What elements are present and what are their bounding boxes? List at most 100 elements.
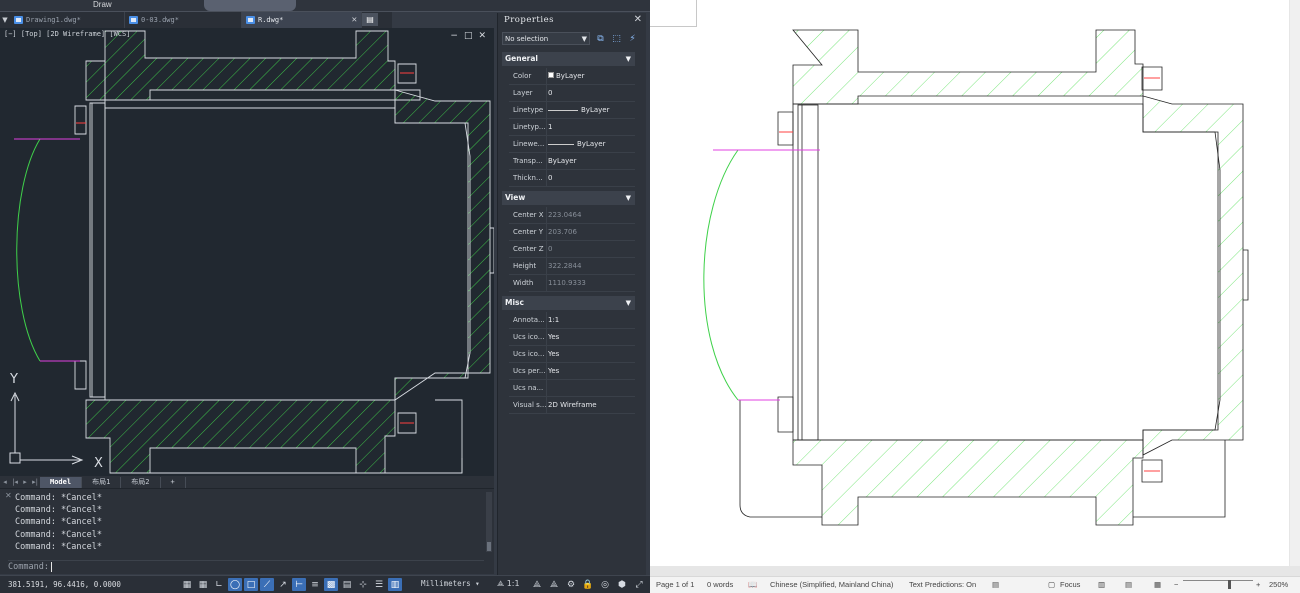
layout-next-icon[interactable]: ▸ — [20, 478, 30, 486]
viewport-minimize-icon[interactable]: − — [450, 31, 458, 41]
close-tab-icon[interactable]: ✕ — [352, 15, 357, 25]
prop-value: ByLayer — [548, 68, 584, 84]
prop-row-ucs-name[interactable]: Ucs na... — [509, 380, 635, 397]
prop-row-center-z[interactable]: Center Z 0 — [509, 241, 635, 258]
prop-row-linetype[interactable]: Linetype ByLayer — [509, 102, 635, 119]
polar-icon[interactable]: ◯ — [228, 578, 242, 591]
zoom-out-button[interactable]: − — [1174, 580, 1178, 589]
prop-row-lineweight[interactable]: Linewe... ByLayer — [509, 136, 635, 153]
annotation-visibility-icon[interactable]: ⟁ — [530, 578, 544, 591]
layout-prev-icon[interactable]: |◂ — [10, 478, 20, 486]
prop-row-center-y[interactable]: Center Y 203.706 — [509, 224, 635, 241]
command-close-icon[interactable]: ✕ — [5, 491, 12, 500]
prop-value: Yes — [548, 350, 560, 358]
prop-row-visual-style[interactable]: Visual s... 2D Wireframe — [509, 397, 635, 414]
prop-row-ucs-per-viewport[interactable]: Ucs per... Yes — [509, 363, 635, 380]
proofing-icon[interactable]: 📖 — [748, 580, 757, 589]
prop-row-annotation-scale[interactable]: Annota... 1:1 — [509, 312, 635, 329]
tab-r-dwg[interactable]: R.dwg* ✕ — [242, 12, 362, 28]
layout-tab-2[interactable]: 布局2 — [121, 476, 161, 488]
zoom-slider-track[interactable] — [1183, 580, 1253, 581]
workspace-icon[interactable]: ⚙ — [564, 578, 578, 591]
focus-button[interactable]: Focus — [1060, 580, 1080, 589]
vertical-scrollbar[interactable] — [1290, 0, 1300, 566]
prop-row-width[interactable]: Width 1110.9333 — [509, 275, 635, 292]
print-layout-icon[interactable]: ▤ — [1125, 580, 1132, 589]
grid-icon[interactable]: ▦ — [180, 578, 194, 591]
text-predictions-status[interactable]: Text Predictions: On — [909, 580, 976, 589]
viewport-restore-icon[interactable]: □ — [464, 31, 473, 41]
ribbon-draw-label[interactable]: Draw — [93, 0, 112, 9]
cursor-coordinates[interactable]: 381.5191, 96.4416, 0.0000 — [8, 580, 121, 589]
prop-row-ucs-icon-origin[interactable]: Ucs ico... Yes — [509, 346, 635, 363]
focus-icon[interactable]: ▢ — [1048, 580, 1055, 589]
viewport-close-icon[interactable]: ✕ — [478, 31, 486, 41]
command-input[interactable]: Command: — [8, 560, 484, 573]
read-mode-icon[interactable]: ▥ — [1098, 580, 1105, 589]
prop-row-linetype-scale[interactable]: Linetyp... 1 — [509, 119, 635, 136]
prop-row-layer[interactable]: Layer 0 — [509, 85, 635, 102]
prop-row-color[interactable]: Color ByLayer — [509, 68, 635, 85]
ribbon-collapse-handle[interactable] — [204, 0, 296, 11]
prop-row-ucs-icon-on[interactable]: Ucs ico... Yes — [509, 329, 635, 346]
model-space-icon[interactable]: ▥ — [388, 578, 402, 591]
lineweight-icon[interactable]: ≡ — [308, 578, 322, 591]
prop-row-thickness[interactable]: Thickn... 0 — [509, 170, 635, 187]
layout-last-icon[interactable]: ▸| — [30, 478, 40, 486]
lock-icon[interactable]: 🔒 — [581, 578, 595, 591]
section-view[interactable]: View ▼ — [502, 191, 635, 205]
dynamic-input-icon[interactable]: ⊢ — [292, 578, 306, 591]
zoom-in-button[interactable]: + — [1256, 580, 1260, 589]
zoom-level[interactable]: 250% — [1269, 580, 1288, 589]
zoom-slider-thumb[interactable] — [1228, 580, 1231, 589]
layout-tab-1[interactable]: 布局1 — [82, 476, 122, 488]
quick-properties-icon[interactable]: ☰ — [372, 578, 386, 591]
layout-tab-model[interactable]: Model — [40, 476, 83, 488]
prop-value: Yes — [548, 367, 560, 375]
section-general[interactable]: General ▼ — [502, 52, 635, 66]
snap-icon[interactable]: ▦ — [196, 578, 210, 591]
prop-row-height[interactable]: Height 322.2844 — [509, 258, 635, 275]
transparency-icon[interactable]: ▩ — [324, 578, 338, 591]
new-drawing-tab-icon[interactable]: ▤ — [362, 13, 378, 26]
word-count[interactable]: 0 words — [707, 580, 733, 589]
accessibility-icon[interactable]: ▤ — [992, 580, 999, 589]
web-layout-icon[interactable]: ▦ — [1154, 580, 1161, 589]
prop-row-center-x[interactable]: Center X 223.0464 — [509, 207, 635, 224]
pasted-cad-drawing[interactable] — [650, 0, 1289, 566]
tab-label: Drawing1.dwg* — [26, 16, 81, 24]
tab-list-menu-icon[interactable]: ▼ — [0, 12, 10, 28]
units-dropdown[interactable]: Millimeters ▾ — [421, 579, 480, 588]
document-page[interactable] — [650, 0, 1289, 566]
text-caret — [50, 561, 52, 572]
auto-scale-icon[interactable]: ⟁ — [547, 578, 561, 591]
command-scrollbar[interactable] — [486, 492, 492, 552]
quick-select-icon[interactable]: ⚡ — [626, 32, 639, 45]
add-layout-button[interactable]: + — [161, 476, 186, 488]
osnap-icon[interactable]: □ — [244, 578, 258, 591]
drawing-viewport[interactable]: [−] [Top] [2D Wireframe] [WCS] − □ ✕ Y X — [0, 28, 494, 476]
toggle-pickadd-icon[interactable]: ⧉ — [594, 32, 607, 45]
properties-close-icon[interactable]: ✕ — [634, 13, 642, 27]
layout-first-icon[interactable]: ◂ — [0, 478, 10, 486]
page-count[interactable]: Page 1 of 1 — [656, 580, 694, 589]
annotation-monitor-icon[interactable]: ⊹ — [356, 578, 370, 591]
selection-dropdown[interactable]: No selection ▼ — [502, 32, 590, 45]
viewport-label[interactable]: [−] [Top] [2D Wireframe] [WCS] — [4, 30, 130, 38]
prop-value: 223.0464 — [548, 211, 582, 219]
tab-0-03[interactable]: 0-03.dwg* — [125, 12, 242, 28]
ortho-icon[interactable]: ∟ — [212, 578, 226, 591]
fullscreen-icon[interactable]: ⤢ — [632, 578, 646, 591]
select-objects-icon[interactable]: ⬚ — [610, 32, 623, 45]
isolate-icon[interactable]: ⬢ — [615, 578, 629, 591]
selection-cycling-icon[interactable]: ▤ — [340, 578, 354, 591]
tab-drawing1[interactable]: Drawing1.dwg* — [10, 12, 125, 28]
section-misc[interactable]: Misc ▼ — [502, 296, 635, 310]
prop-row-transparency[interactable]: Transp... ByLayer — [509, 153, 635, 170]
annotation-scale[interactable]: ⟁ 1:1 — [497, 579, 520, 589]
otrack-icon[interactable]: ⟋ — [260, 578, 274, 591]
dynamic-ucs-icon[interactable]: ↗ — [276, 578, 290, 591]
language-indicator[interactable]: Chinese (Simplified, Mainland China) — [770, 580, 893, 589]
hardware-accel-icon[interactable]: ◎ — [598, 578, 612, 591]
dwg-file-icon — [129, 16, 138, 24]
